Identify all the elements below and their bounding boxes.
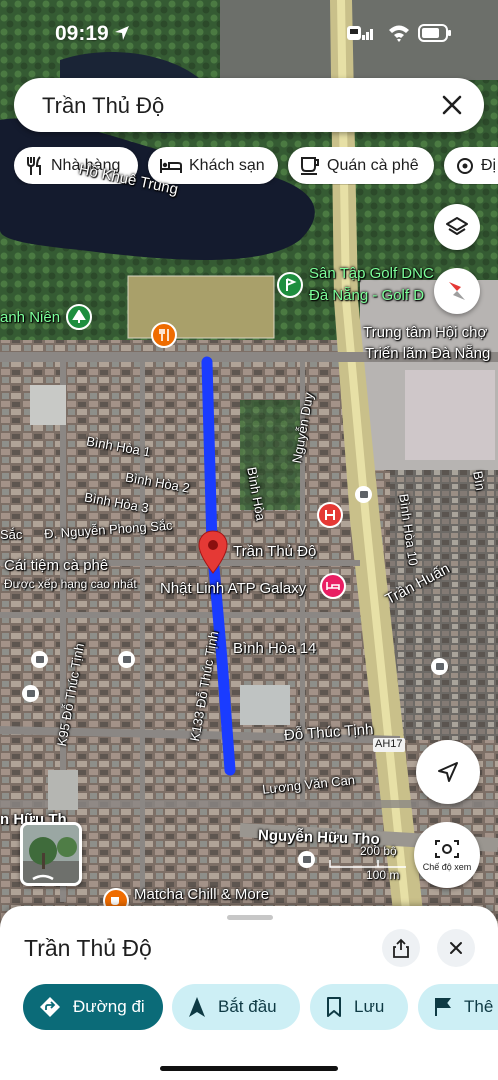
street-view-thumbnail[interactable] xyxy=(20,822,82,886)
compass-icon xyxy=(449,282,465,300)
bus-stop-icon[interactable] xyxy=(118,651,135,668)
search-bar[interactable]: Trần Thủ Độ xyxy=(14,78,484,132)
map-label-expo-1: Trung tâm Hội chợ xyxy=(363,324,488,341)
hotel-poi-icon[interactable] xyxy=(320,573,346,599)
map-label-matcha: Matcha Chill & More xyxy=(134,886,270,903)
place-title: Trần Thủ Độ xyxy=(24,935,152,961)
street-label-binh-edge: Bìn xyxy=(470,469,489,492)
chip-label: Đị xyxy=(481,156,497,174)
battery-icon xyxy=(418,24,451,42)
location-arrow-icon xyxy=(115,26,129,40)
my-location-button[interactable] xyxy=(416,740,480,804)
bus-stop-icon[interactable] xyxy=(355,486,372,503)
bus-stop-icon[interactable] xyxy=(31,651,48,668)
map-label-nhat-linh: Nhật Linh ATP Galaxy xyxy=(160,580,307,597)
directions-label: Đường đi xyxy=(73,997,145,1016)
gas-station-icon xyxy=(457,157,473,174)
map-label-top-rated: Được xếp hạng cao nhất xyxy=(4,577,137,591)
street-label-sac: Sắc xyxy=(0,527,23,542)
status-bar: 09:19 xyxy=(0,0,498,62)
search-query[interactable]: Trần Thủ Độ xyxy=(42,93,164,119)
home-indicator xyxy=(160,1066,338,1071)
scale-meters: 100 m xyxy=(366,868,400,882)
chip-gas[interactable]: Đị xyxy=(444,147,498,184)
restaurant-icon xyxy=(27,155,41,175)
map-label-golf: Sân Tập Golf DNC xyxy=(309,265,434,282)
map-label-tran-thu-do: Trần Thủ Độ xyxy=(233,543,317,560)
map-label-golf-2: Đà Nẵng - Golf D xyxy=(309,287,425,304)
add-label-button[interactable]: Thê xyxy=(418,984,498,1030)
status-time: 09:19 xyxy=(55,22,109,45)
save-button[interactable]: Lưu xyxy=(310,984,408,1030)
chip-label: Khách sạn xyxy=(189,156,265,174)
add-label-label: Thê xyxy=(464,997,494,1016)
start-label: Bắt đầu xyxy=(218,997,277,1016)
chip-label: Quán cà phê xyxy=(327,156,419,174)
bus-stop-icon[interactable] xyxy=(431,658,448,675)
close-icon[interactable] xyxy=(438,91,466,119)
chip-coffee[interactable]: Quán cà phê xyxy=(288,147,434,184)
flag-icon xyxy=(435,998,451,1016)
map-label-cafe: Cái tiệm cà phê xyxy=(4,557,109,574)
drag-handle[interactable] xyxy=(227,915,273,920)
close-sheet-button[interactable] xyxy=(437,929,475,967)
bookmark-icon xyxy=(327,997,341,1017)
street-view-image xyxy=(23,825,79,883)
map-label-park: anh Niên xyxy=(0,309,61,326)
wifi-icon xyxy=(389,25,409,42)
directions-icon xyxy=(40,997,60,1017)
map-scale: 200 bộ 100 m xyxy=(328,845,408,885)
park-poi-icon[interactable] xyxy=(66,304,92,330)
golf-poi-icon[interactable] xyxy=(277,272,303,298)
view-mode-label: Chế độ xem xyxy=(422,862,472,872)
action-buttons: Đường đi Bắt đầu Lưu Thê xyxy=(0,984,498,1030)
close-icon xyxy=(450,942,462,954)
share-icon xyxy=(393,938,409,958)
hotel-icon xyxy=(160,158,182,173)
camera-scan-icon xyxy=(435,840,459,858)
map-label-expo-2: Triển lãm Đà Nẵng xyxy=(365,345,491,362)
location-pin-icon[interactable] xyxy=(198,530,228,574)
view-mode-button[interactable]: Chế độ xem xyxy=(414,822,480,888)
hospital-poi-icon[interactable] xyxy=(317,502,343,528)
start-button[interactable]: Bắt đầu xyxy=(172,984,300,1030)
compass-button[interactable] xyxy=(434,268,480,314)
navigation-arrow-icon xyxy=(438,762,458,782)
directions-button[interactable]: Đường đi xyxy=(23,984,163,1030)
place-bottom-sheet[interactable]: Trần Thủ Độ Đường đi Bắt đầu Lưu Thê xyxy=(0,906,498,1080)
satellite-map[interactable]: 09:19 Trần Thủ Độ Nhà hàng Khách sạn Quá… xyxy=(0,0,498,930)
save-label: Lưu xyxy=(354,997,385,1016)
layers-button[interactable] xyxy=(434,204,480,250)
carplay-icon xyxy=(347,26,361,40)
signal-icon xyxy=(362,29,373,40)
bus-stop-icon[interactable] xyxy=(298,851,315,868)
scale-feet: 200 bộ xyxy=(360,844,397,858)
restaurant-poi-icon[interactable] xyxy=(151,322,177,348)
share-button[interactable] xyxy=(382,929,420,967)
highway-shield-ah17: AH17 xyxy=(375,738,403,750)
street-label-binh-hoa-14: Bình Hòa 14 xyxy=(233,640,317,657)
navigation-arrow-icon xyxy=(189,997,205,1017)
bus-stop-icon[interactable] xyxy=(22,685,39,702)
coffee-icon xyxy=(301,156,319,175)
layers-icon xyxy=(446,217,468,235)
